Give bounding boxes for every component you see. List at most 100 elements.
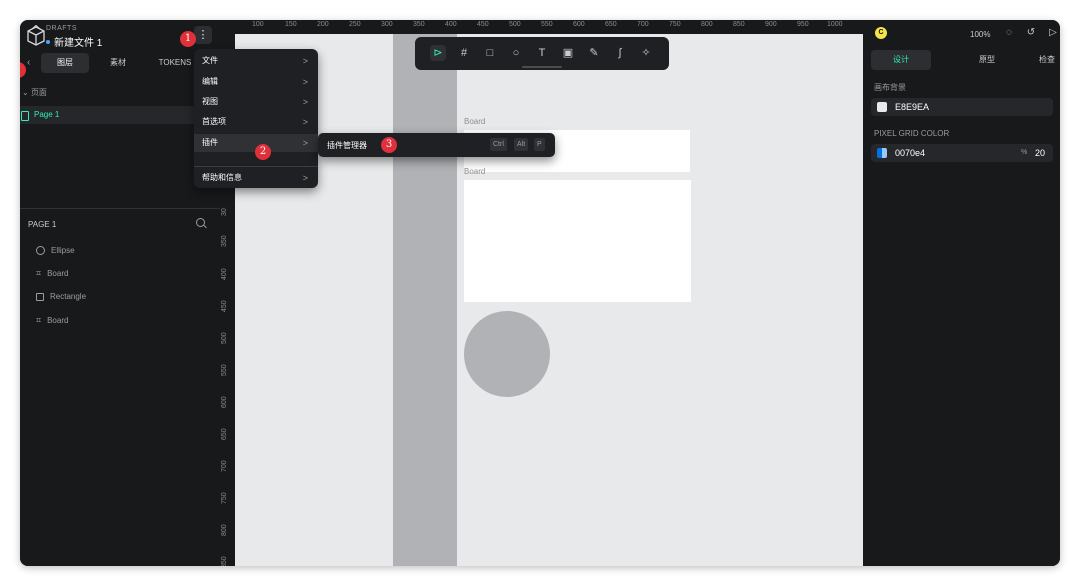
pointer-icon[interactable]: ⊳ [430, 45, 446, 61]
app-logo-icon[interactable] [26, 25, 46, 47]
menu-item-help[interactable]: 帮助和信息 > [194, 169, 318, 187]
ruler-tick: 650 [605, 21, 617, 28]
ruler-tick: 800 [221, 524, 228, 536]
ruler-tick: 600 [573, 21, 585, 28]
ruler-tick: 550 [221, 364, 228, 376]
ruler-tick: 400 [221, 268, 228, 280]
ruler-tick: 100 [252, 21, 264, 28]
ellipse-icon[interactable]: ○ [508, 45, 524, 61]
board-frame[interactable] [464, 180, 691, 302]
comment-icon[interactable]: ◌ [1003, 27, 1015, 39]
main-menu: 文件 > 编辑 > 视图 > 首选项 > 插件 > 帮助和信息 > [194, 49, 318, 188]
shortcut-key: Alt [514, 138, 529, 151]
shortcut-key: Ctrl [490, 138, 507, 151]
board-label[interactable]: Board [464, 117, 485, 126]
ruler-tick: 700 [221, 460, 228, 472]
pixel-grid-field[interactable]: 0070e4 % 20 [871, 144, 1053, 162]
panel-divider [20, 208, 220, 209]
rectangle-icon[interactable]: □ [482, 45, 498, 61]
avatar[interactable]: C [875, 27, 887, 39]
page-icon [21, 111, 29, 121]
tab-assets[interactable]: 素材 [98, 53, 138, 73]
layer-item-ellipse[interactable]: Ellipse [36, 246, 75, 255]
chevron-right-icon: > [302, 56, 308, 66]
layer-item-board[interactable]: ⌗ Board [36, 268, 68, 279]
ruler-tick: 150 [285, 21, 297, 28]
app-window: DRAFTS 新建文件 1 ⋮ ‹ 图层 素材 TOKENS ⌄ 页面 Page… [20, 20, 1060, 566]
history-icon[interactable]: ↺ [1025, 27, 1037, 39]
menu-separator [194, 166, 318, 167]
chevron-right-icon: > [302, 97, 308, 107]
ruler-tick: 950 [797, 21, 809, 28]
menu-item-view[interactable]: 视图 > [194, 93, 318, 111]
play-icon[interactable]: ▷ [1047, 27, 1059, 39]
search-icon[interactable] [196, 218, 205, 227]
tab-prototype[interactable]: 原型 [957, 50, 1017, 70]
back-icon[interactable]: ‹ [27, 57, 30, 68]
ruler-tick: 650 [221, 428, 228, 440]
zoom-level[interactable]: 100% [970, 30, 990, 39]
ruler-tick: 900 [765, 21, 777, 28]
chevron-right-icon: > [302, 77, 308, 87]
layer-item-rectangle[interactable]: Rectangle [36, 292, 86, 301]
ruler-tick: 350 [221, 235, 228, 247]
menu-item-preferences[interactable]: 首选项 > [194, 113, 318, 131]
chevron-right-icon: > [302, 173, 308, 183]
pencil-icon[interactable]: ✎ [586, 45, 602, 61]
tab-inspect[interactable]: 检查 [1017, 50, 1060, 70]
board-icon: ⌗ [36, 315, 42, 325]
image-icon[interactable]: ▣ [560, 45, 576, 61]
drafts-label: DRAFTS [46, 25, 77, 32]
plugin-icon[interactable]: ✧ [638, 45, 654, 61]
step-badge: 1 [180, 31, 196, 47]
pixel-grid-value[interactable]: 0070e4 [895, 148, 925, 158]
chevron-right-icon: > [302, 117, 308, 127]
shortcut-key: P [534, 138, 545, 151]
ruler-tick: 550 [541, 21, 553, 28]
ruler-tick: 500 [221, 332, 228, 344]
ruler-tick: 850 [221, 556, 228, 566]
tab-layers[interactable]: 图层 [41, 53, 89, 73]
menu-item-edit[interactable]: 编辑 > [194, 73, 318, 91]
canvas-bg-value[interactable]: E8E9EA [895, 102, 929, 112]
menu-item-plugin-manager[interactable]: 插件管理器 [327, 140, 367, 151]
menu-item-file[interactable]: 文件 > [194, 52, 318, 70]
board-icon: ⌗ [36, 268, 42, 278]
ruler-tick: 450 [221, 300, 228, 312]
design-canvas[interactable]: Board Board ⊳ # □ ○ T ▣ ✎ ∫ ✧ [235, 34, 863, 566]
ruler-tick: 200 [317, 21, 329, 28]
ruler-tick: 500 [509, 21, 521, 28]
ruler-top: 100 150 200 250 300 350 400 450 500 550 … [235, 20, 863, 34]
board-label[interactable]: Board [464, 167, 485, 176]
plugins-submenu: 插件管理器 Ctrl Alt P [318, 133, 555, 157]
ruler-tick: 800 [701, 21, 713, 28]
color-swatch[interactable] [877, 148, 887, 158]
ruler-tick: 600 [221, 396, 228, 408]
path-icon[interactable]: ∫ [612, 45, 628, 61]
tab-tokens[interactable]: TOKENS [152, 53, 198, 73]
color-swatch[interactable] [877, 102, 887, 112]
tab-design[interactable]: 设计 [871, 50, 931, 70]
right-tabs: 设计 原型 检查 [863, 50, 1060, 70]
board-icon[interactable]: # [456, 45, 472, 61]
file-title[interactable]: 新建文件 1 [46, 34, 102, 49]
ruler-tick: 300 [381, 21, 393, 28]
text-icon[interactable]: T [534, 45, 550, 61]
canvas-bg-field[interactable]: E8E9EA [871, 98, 1053, 116]
file-name: 新建文件 1 [54, 38, 103, 49]
ruler-tick: 250 [349, 21, 361, 28]
right-panel: C 100% ◌ ↺ ▷ 设计 原型 检查 画布背景 E8E9EA PIXEL … [863, 20, 1060, 566]
ruler-tick: 750 [669, 21, 681, 28]
opacity-input[interactable]: 20 [1035, 148, 1045, 158]
ruler-tick: 450 [477, 21, 489, 28]
layer-item-board[interactable]: ⌗ Board [36, 315, 68, 326]
toolbar-drag-handle[interactable] [522, 66, 562, 68]
rectangle-shape[interactable] [393, 34, 457, 566]
ruler-tick: 30 [221, 208, 228, 216]
pages-header[interactable]: ⌄ 页面 [22, 87, 47, 98]
unsaved-dot [46, 39, 50, 44]
ellipse-shape[interactable] [464, 311, 550, 397]
ruler-tick: 750 [221, 492, 228, 504]
ruler-tick: 1000 [827, 21, 843, 28]
main-menu-button[interactable]: ⋮ [194, 26, 212, 44]
